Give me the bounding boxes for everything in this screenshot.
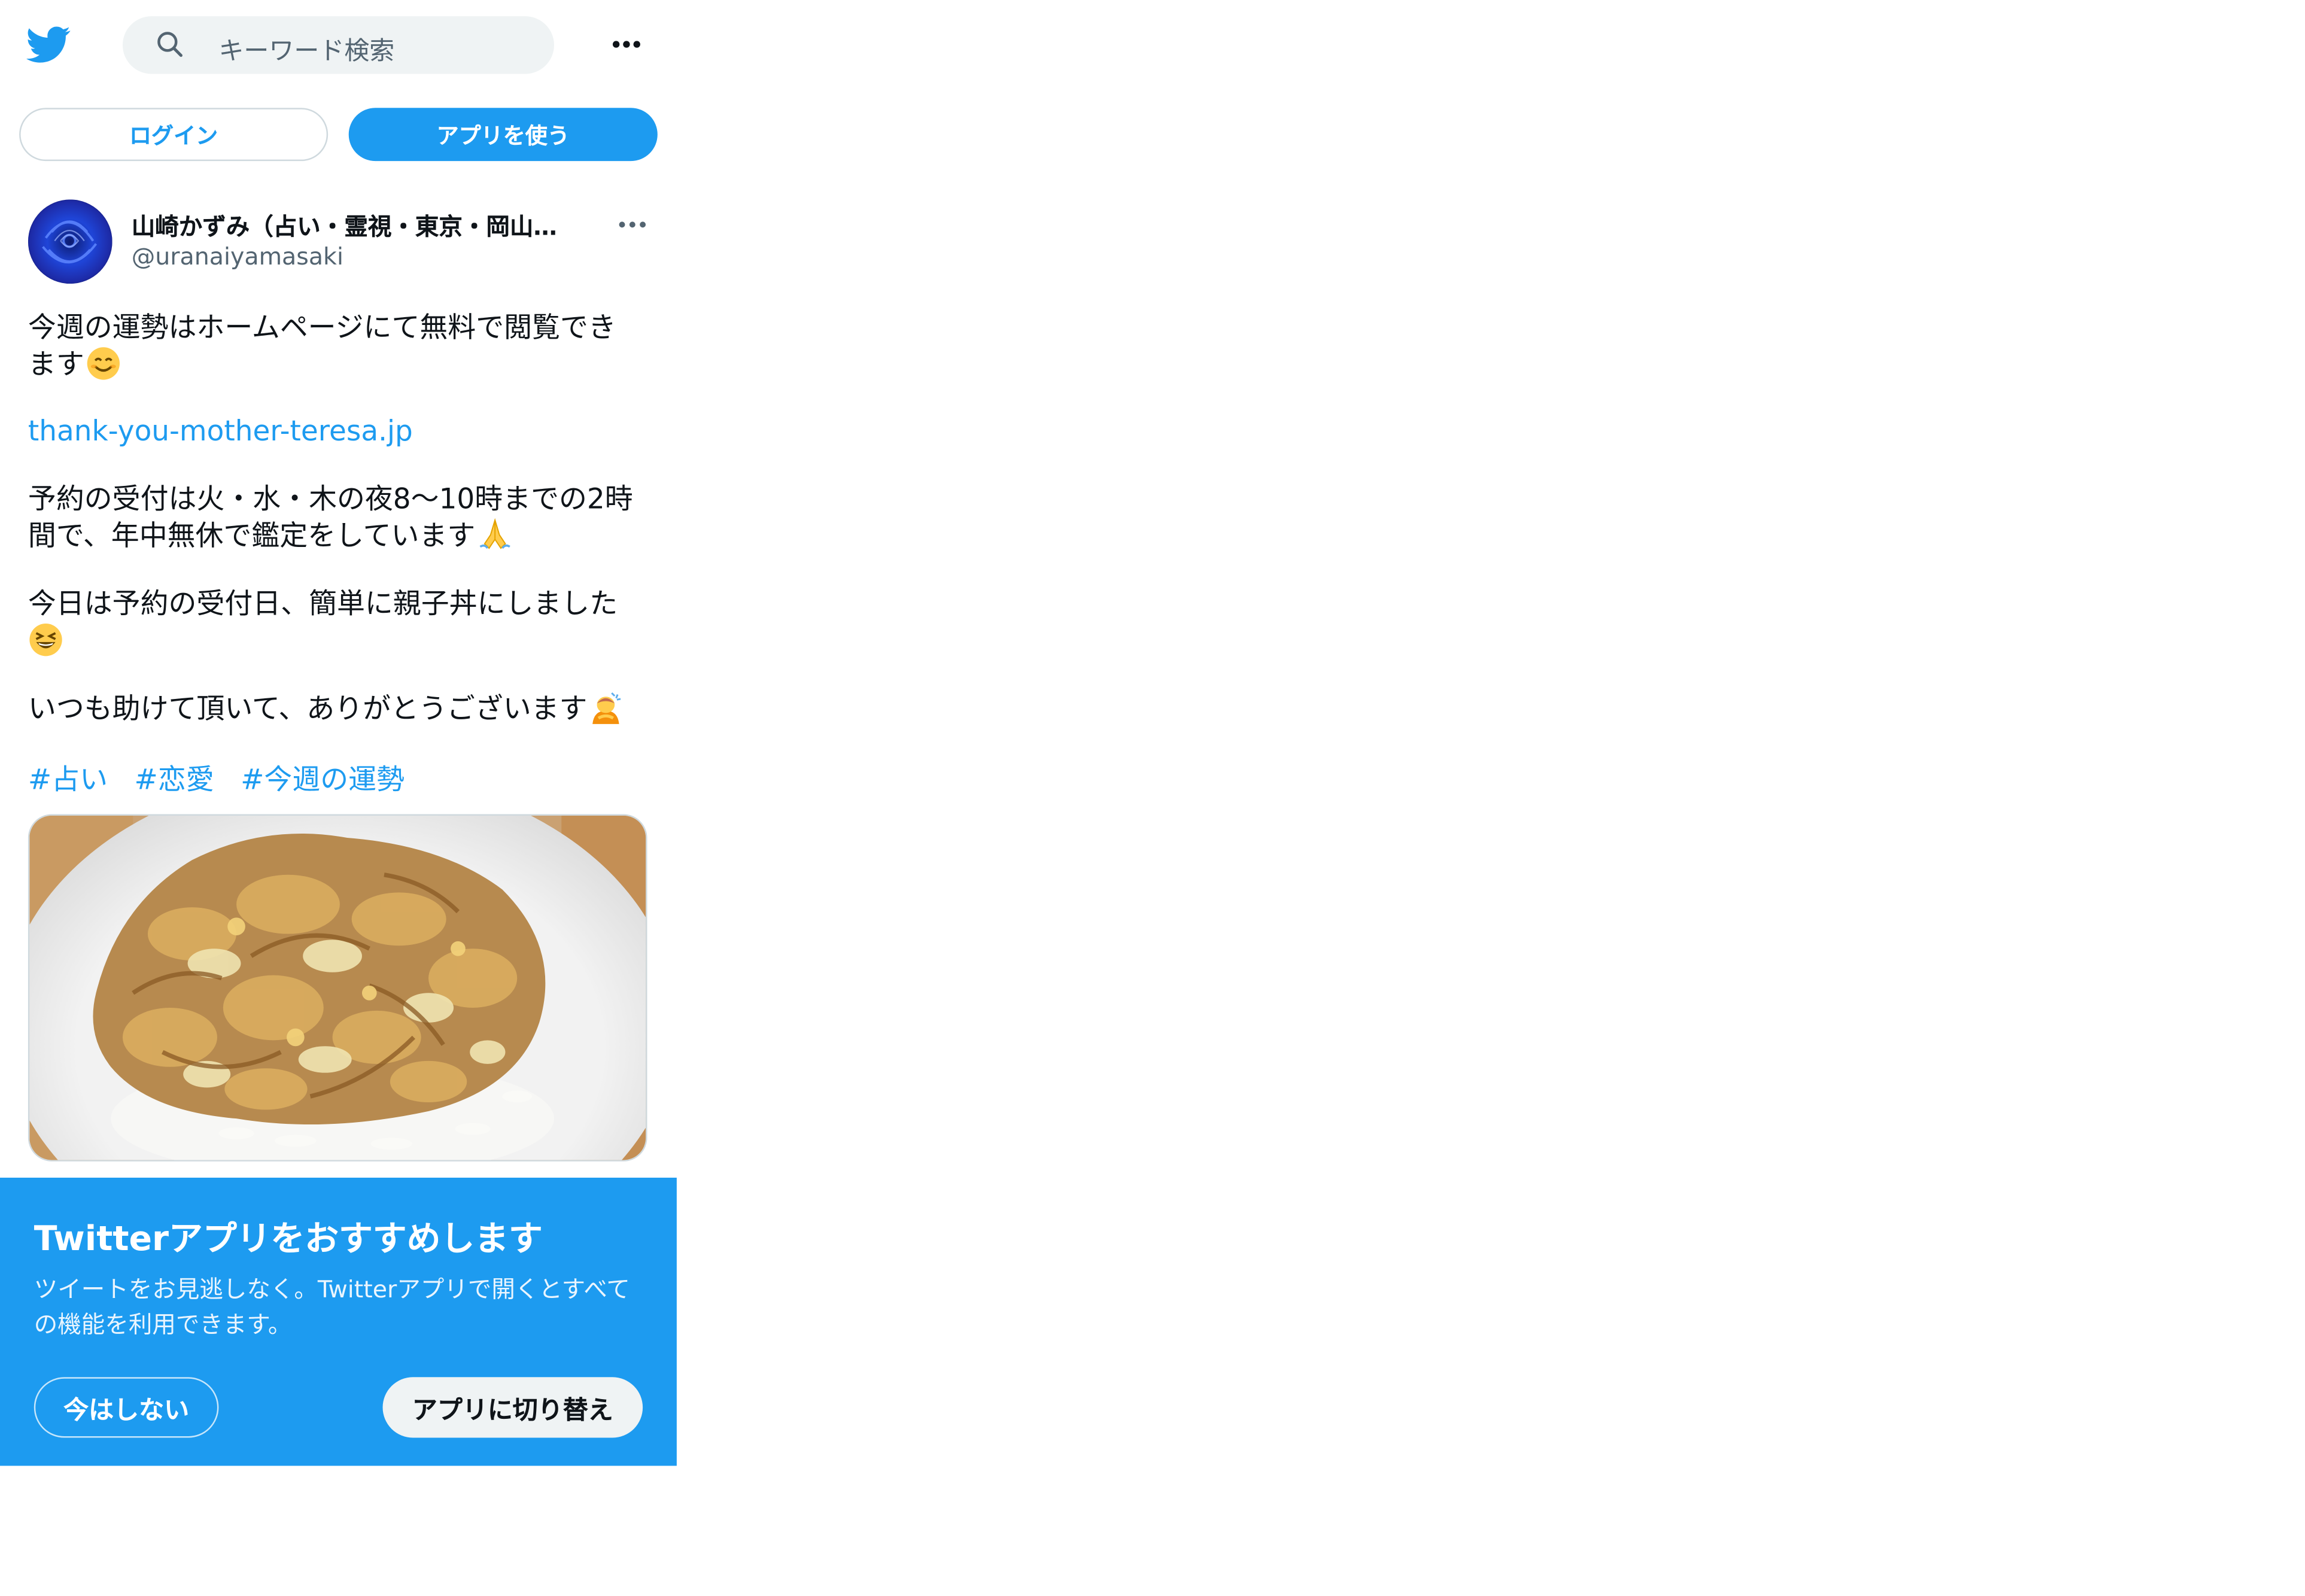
- grinning-squinting-face-emoji: [29, 624, 62, 656]
- twitter-bird-icon[interactable]: [26, 22, 71, 66]
- banner-title: Twitterアプリをおすすめします: [34, 1220, 543, 1259]
- switch-to-app-button[interactable]: アプリに切り替え: [382, 1377, 643, 1438]
- tweet-line: 今週の運勢はホームページにて無料で閲覧でき: [28, 312, 616, 345]
- author-handle[interactable]: @uranaiyamasaki: [132, 242, 343, 270]
- tweet-line: 間で、年中無休で鑑定をしています: [28, 520, 476, 553]
- folded-hands-emoji: [479, 518, 510, 549]
- not-now-button[interactable]: 今はしない: [34, 1377, 219, 1438]
- more-icon[interactable]: [612, 204, 653, 245]
- tweet-text: 今日は予約の受付日、簡単に親子丼にしました: [28, 586, 649, 659]
- tweet-line: いつも助けて頂いて、ありがとうございます: [28, 693, 588, 726]
- tweet-line: ます: [28, 348, 84, 382]
- hashtag-link[interactable]: #恋愛: [135, 764, 214, 797]
- search-input[interactable]: キーワード検索: [122, 16, 554, 74]
- tweet-text: いつも助けて頂いて、ありがとうございます: [28, 690, 649, 727]
- hashtag-link[interactable]: #占い: [28, 764, 108, 797]
- mobile-column: キーワード検索 ログイン アプリを使う 山崎かずみ（占い・霊視・東京・岡山… @…: [0, 0, 677, 1596]
- tweet-line-wrap: 間で、年中無休で鑑定をしています: [28, 517, 649, 554]
- tweet-line-wrap: いつも助けて頂いて、ありがとうございます: [28, 690, 649, 727]
- tweet-link[interactable]: thank-you-mother-teresa.jp: [28, 414, 649, 449]
- avatar[interactable]: [28, 199, 112, 284]
- hashtag-link[interactable]: #今週の運勢: [241, 764, 405, 797]
- hashtags: #占い #恋愛 #今週の運勢: [28, 758, 431, 798]
- bowing-person-emoji: [593, 692, 622, 724]
- tweet-text: 今週の運勢はホームページにて無料で閲覧でき ます: [28, 311, 649, 383]
- tweet-line: 今日は予約の受付日、簡単に親子丼にしました: [28, 588, 618, 621]
- smiling-face-emoji: [87, 347, 120, 380]
- use-app-button[interactable]: アプリを使う: [348, 108, 658, 162]
- author-name[interactable]: 山崎かずみ（占い・霊視・東京・岡山…: [132, 207, 589, 242]
- tweet-photo[interactable]: [28, 814, 647, 1162]
- more-icon[interactable]: [606, 24, 647, 65]
- search-icon: [157, 32, 183, 57]
- tweet-line-wrap: ます: [28, 346, 649, 383]
- search-placeholder: キーワード検索: [218, 37, 395, 67]
- banner-description: ツイートをお見逃しなく。Twitterアプリで開くとすべての機能を利用できます。: [34, 1275, 630, 1339]
- app-banner: Twitterアプリをおすすめします ツイートをお見逃しなく。Twitterアプ…: [0, 1177, 677, 1466]
- login-button[interactable]: ログイン: [19, 108, 329, 162]
- tweet-line-wrap: [28, 622, 649, 659]
- tweet-line: 予約の受付は火・水・木の夜8〜10時までの2時: [28, 483, 633, 516]
- tweet-text: 予約の受付は火・水・木の夜8〜10時までの2時 間で、年中無休で鑑定をしています: [28, 482, 649, 554]
